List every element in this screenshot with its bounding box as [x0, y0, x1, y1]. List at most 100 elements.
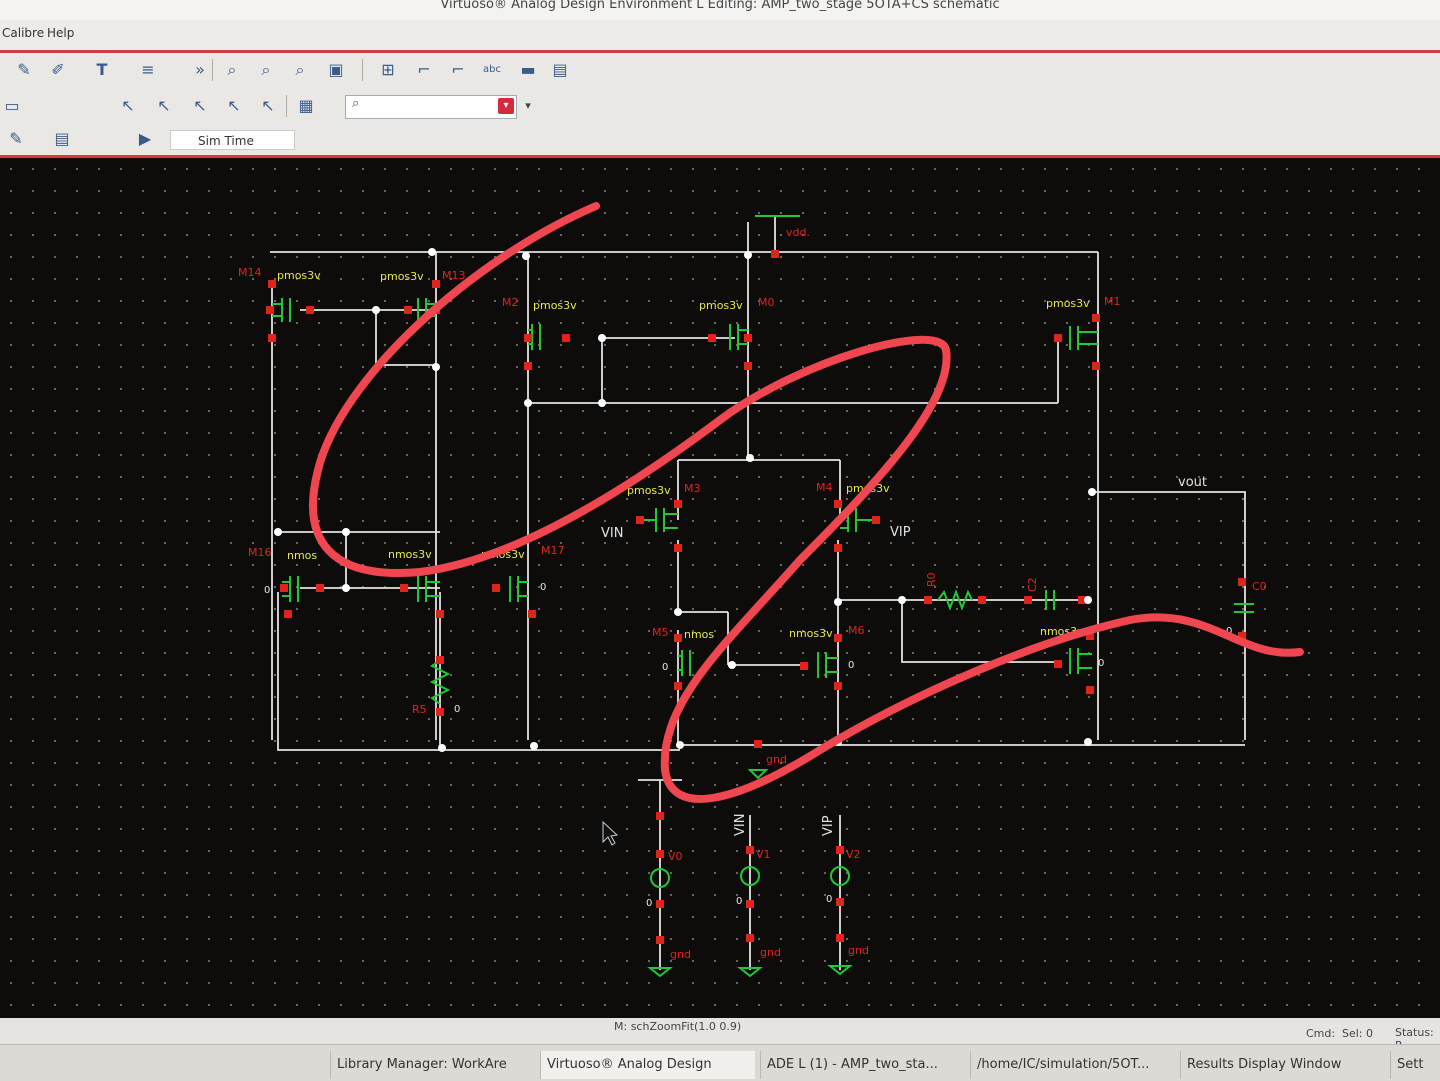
m5-label: M5 [652, 626, 669, 639]
m6-symbol [817, 652, 838, 678]
m3-label: M3 [684, 482, 701, 495]
annotation-strokes [309, 202, 1304, 803]
gnd-v1-label: gnd [760, 946, 781, 959]
m6-label: M6 [848, 624, 865, 637]
align-icon[interactable]: ≡ [138, 60, 158, 80]
task-terminal[interactable]: /home/IC/simulation/5OT... [970, 1051, 1177, 1079]
search-options-icon[interactable]: ▾ [498, 98, 514, 114]
m4-label: M4 [816, 481, 833, 494]
m17-symbol [509, 576, 528, 602]
r0-label: R0 [925, 572, 938, 587]
pencil-icon[interactable]: ✎ [14, 60, 34, 80]
task-results-display[interactable]: Results Display Window [1180, 1051, 1382, 1079]
m5-type-label: nmos [684, 628, 714, 641]
m0-type-label: pmos3v [699, 299, 743, 312]
property-editor-icon[interactable]: ✐ [48, 60, 68, 80]
chevron-down-icon[interactable]: ▾ [518, 96, 538, 116]
v0-label: V0 [668, 850, 683, 863]
vdd-label: vdd. [786, 226, 810, 239]
pin-markers [266, 250, 1246, 944]
highlight-icon[interactable]: ▦ [296, 96, 316, 116]
sim-time-field[interactable]: Sim Time [170, 130, 295, 150]
r5-label: R5 [412, 703, 427, 716]
passive-symbols [429, 215, 1254, 978]
nmos-mid-type-label: nmos3v [388, 548, 432, 561]
schematic-canvas[interactable]: pmos3v pmos3v pmos3v pmos3v pmos3v pmos3… [0, 158, 1440, 1018]
m16-type-label: nmos [287, 549, 317, 562]
v1-label: V1 [756, 848, 771, 861]
vin-pin-label: VIN [733, 814, 748, 836]
m14-label: M14 [238, 266, 262, 279]
zoom-fit-icon[interactable]: ⌕ [290, 60, 310, 80]
toolbar-top: ✎ ✐ T ≡ » ⌕ ⌕ ⌕ ▣ ⊞ ⌐ ⌐ abc ▬ ▤ [0, 53, 1440, 90]
m0-label: M0 [758, 296, 775, 309]
svg-text:0: 0 [826, 894, 832, 905]
m2-type-label: pmos3v [533, 299, 577, 312]
zoom-out-icon[interactable]: ⌕ [256, 60, 276, 80]
status-selected-count: Sel: 0 [1342, 1027, 1374, 1040]
task-settings[interactable]: Sett [1390, 1051, 1440, 1079]
m5-symbol [678, 650, 691, 676]
toolbar-select: ▭ ↖ ↖ ↖ ↖ ↖ ▦ ⌕ ▾ ▾ [0, 89, 1440, 126]
sim-icon[interactable]: ▶ [135, 129, 155, 149]
label-icon[interactable]: abc [482, 60, 502, 80]
m1-label: M1 [1104, 295, 1121, 308]
c2-label: C2 [1026, 577, 1039, 592]
pin-icon[interactable]: ▬ [518, 60, 538, 80]
sim-time-label: Sim Time [198, 134, 254, 148]
m14-type-label: pmos3v [277, 269, 321, 282]
window-title: Virtuoso® Analog Design Environment L Ed… [440, 0, 1000, 12]
edit-icon[interactable]: ✎ [6, 129, 26, 149]
schematic-drawing: pmos3v pmos3v pmos3v pmos3v pmos3v pmos3… [238, 202, 1304, 978]
net-labels: vout VIN VIP VIN VIP [601, 475, 1207, 836]
vout-label: vout [1178, 475, 1207, 490]
window-icon[interactable]: ▭ [2, 96, 22, 116]
m14-symbol [272, 298, 291, 322]
c0-label: C0 [1252, 580, 1267, 593]
check-save-icon[interactable]: ▤ [550, 60, 570, 80]
wide-wire-icon[interactable]: ⌐ [448, 60, 468, 80]
run-icon[interactable]: ▤ [52, 129, 72, 149]
vin-label: VIN [601, 526, 623, 541]
zoom-box-icon[interactable]: ▣ [326, 60, 346, 80]
svg-text:0: 0 [1098, 658, 1104, 669]
task-library-manager[interactable]: Library Manager: WorkAre [330, 1051, 537, 1079]
search-input[interactable]: ⌕ ▾ [345, 95, 517, 119]
area-select-icon[interactable]: ↖ [154, 96, 174, 116]
menu-calibre[interactable]: Calibre [2, 26, 44, 40]
partial-select-icon[interactable]: ↖ [190, 96, 210, 116]
taskbar: Library Manager: WorkAre Virtuoso® Analo… [0, 1044, 1440, 1081]
status-bar: M: schZoomFit(1.0 0.9) Cmd: Sel: 0 Statu… [0, 1018, 1440, 1052]
svg-text:0: 0 [848, 660, 854, 671]
m3-type-label: pmos3v [627, 484, 671, 497]
stretch-select-icon[interactable]: ↖ [224, 96, 244, 116]
svg-text:0: 0 [454, 704, 460, 715]
m1-symbol [1069, 326, 1098, 350]
wire-icon[interactable]: ⌐ [414, 60, 434, 80]
menu-help[interactable]: Help [47, 26, 74, 40]
vip-label: VIP [890, 525, 911, 540]
m6-type-label: nmos3v [789, 627, 833, 640]
svg-text:0: 0 [540, 582, 546, 593]
device-type-labels: pmos3v pmos3v pmos3v pmos3v pmos3v pmos3… [277, 269, 1090, 641]
text-tool-icon[interactable]: T [92, 60, 112, 80]
m1-type-label: pmos3v [1046, 297, 1090, 310]
zoom-in-icon[interactable]: ⌕ [222, 60, 242, 80]
select-mode-icon[interactable]: ↖ [118, 96, 138, 116]
text-select-icon[interactable]: ↖ [258, 96, 278, 116]
add-instance-icon[interactable]: ⊞ [378, 60, 398, 80]
task-virtuoso[interactable]: Virtuoso® Analog Design [540, 1051, 755, 1079]
svg-text:0: 0 [662, 662, 668, 673]
svg-text:0: 0 [736, 896, 742, 907]
toolbar-sim: ✎ ▤ ▶ Sim Time [0, 125, 1440, 158]
task-ade-l[interactable]: ADE L (1) - AMP_two_sta... [760, 1051, 965, 1079]
overflow-icon[interactable]: » [190, 60, 210, 80]
m-out-symbol [1069, 648, 1092, 674]
cursor-pointer-icon [602, 820, 619, 846]
m17-label: M17 [541, 544, 565, 557]
v2-label: V2 [846, 848, 861, 861]
status-command: M: schZoomFit(1.0 0.9) [614, 1020, 742, 1033]
m13-label: M13 [442, 269, 466, 282]
m16-label: M16 [248, 546, 272, 559]
status-cmd: Cmd: [1306, 1027, 1336, 1040]
